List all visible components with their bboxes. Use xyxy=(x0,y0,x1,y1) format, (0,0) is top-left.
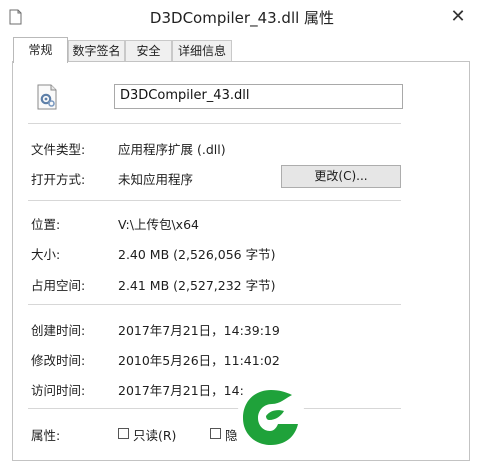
separator xyxy=(28,123,401,124)
hidden-checkbox[interactable] xyxy=(210,428,221,439)
file-type-value: 应用程序扩展 (.dll) xyxy=(118,142,226,157)
separator xyxy=(28,200,401,201)
title-bar: D3DCompiler_43.dll 属性 ✕ xyxy=(0,0,484,34)
location-label: 位置: xyxy=(31,217,61,232)
created-value: 2017年7月21日，14:39:19 xyxy=(118,323,280,338)
file-name-input[interactable]: D3DCompiler_43.dll xyxy=(114,84,403,109)
attributes-label: 属性: xyxy=(31,428,61,443)
accessed-label: 访问时间: xyxy=(31,383,86,398)
tab-general[interactable]: 常规 xyxy=(13,37,68,63)
separator xyxy=(28,304,401,305)
size-label: 大小: xyxy=(31,247,61,262)
modified-value: 2010年5月26日，11:41:02 xyxy=(118,353,280,368)
open-with-label: 打开方式: xyxy=(31,172,86,187)
accessed-value: 2017年7月21日，14: xyxy=(118,383,244,398)
modified-label: 修改时间: xyxy=(31,353,86,368)
close-icon: ✕ xyxy=(450,6,466,27)
readonly-checkbox[interactable] xyxy=(118,428,129,439)
created-label: 创建时间: xyxy=(31,323,86,338)
open-with-value: 未知应用程序 xyxy=(118,172,194,187)
readonly-checkbox-label[interactable]: 只读(R) xyxy=(133,425,176,444)
separator xyxy=(28,408,401,409)
tab-details[interactable]: 详细信息 xyxy=(172,40,232,61)
window-title: D3DCompiler_43.dll 属性 xyxy=(149,9,335,27)
tab-strip: 常规 数字签名 安全 详细信息 xyxy=(0,34,484,63)
size-value: 2.40 MB (2,526,056 字节) xyxy=(118,247,276,262)
close-button[interactable]: ✕ xyxy=(446,6,470,28)
size-on-disk-label: 占用空间: xyxy=(31,278,86,293)
file-type-label: 文件类型: xyxy=(31,142,86,157)
size-on-disk-value: 2.41 MB (2,527,232 字节) xyxy=(118,278,276,293)
green-leaf-logo-icon xyxy=(237,383,305,451)
location-value: V:\上传包\x64 xyxy=(118,217,199,232)
tab-digital-signatures[interactable]: 数字签名 xyxy=(68,40,125,61)
dll-gear-file-icon xyxy=(37,84,57,110)
tab-security[interactable]: 安全 xyxy=(125,40,172,61)
change-button[interactable]: 更改(C)... xyxy=(281,165,401,188)
